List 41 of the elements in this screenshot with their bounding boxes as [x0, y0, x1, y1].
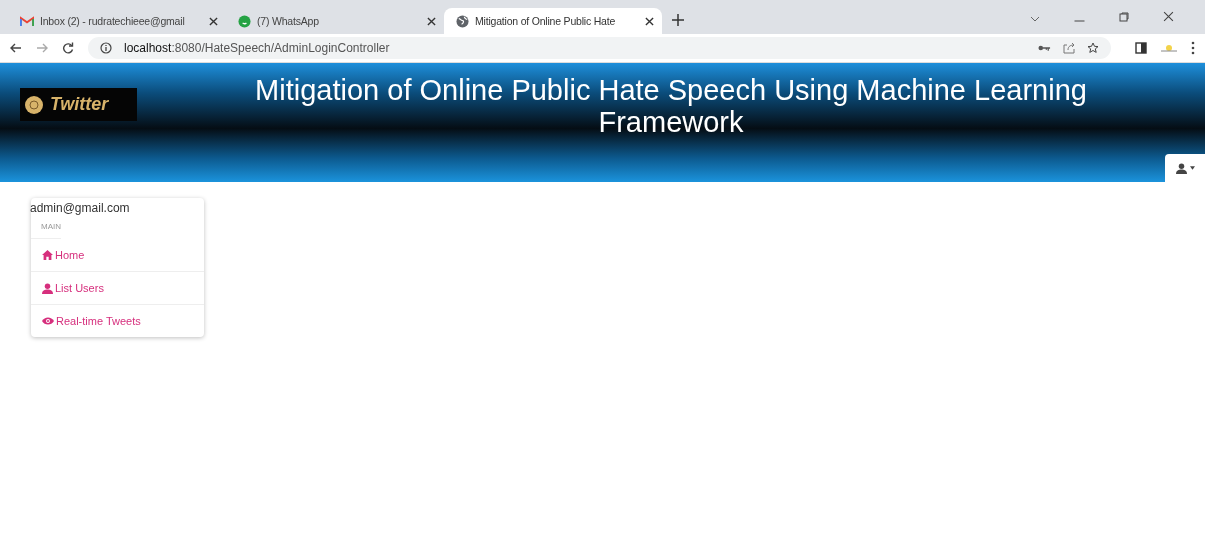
new-tab-icon[interactable] [672, 14, 684, 26]
side-panel-icon[interactable] [1135, 42, 1147, 54]
caret-icon [1189, 166, 1195, 170]
tab-title: Inbox (2) - rudratechieee@gmail [40, 15, 186, 27]
address-field[interactable]: localhost:8080/HateSpeech/AdminLoginController [88, 37, 1111, 59]
close-icon[interactable] [209, 16, 218, 26]
key-icon[interactable] [1038, 44, 1051, 52]
url-text: localhost:8080/HateSpeech/AdminLoginController [124, 41, 390, 55]
user-icon [1175, 162, 1187, 174]
close-icon[interactable] [645, 16, 654, 26]
restore-icon[interactable] [1119, 12, 1129, 22]
section-label: MAIN [31, 218, 61, 239]
chat-icon [238, 14, 251, 28]
user-menu-button[interactable] [1165, 154, 1205, 182]
more-icon[interactable] [1191, 41, 1195, 55]
nav-link[interactable]: Real-time Tweets [31, 304, 204, 337]
back-icon[interactable] [10, 42, 22, 54]
user-icon [42, 282, 53, 294]
close-icon[interactable] [427, 16, 436, 26]
mail-icon [20, 15, 34, 27]
logo[interactable]: Twitter [20, 88, 137, 121]
home-icon [42, 250, 53, 260]
nav-link[interactable]: Home [31, 239, 204, 271]
info-icon [100, 42, 112, 54]
tab-title: (7) WhatsApp [257, 15, 320, 27]
reload-icon[interactable] [62, 42, 74, 54]
browser-tab[interactable]: (7) WhatsApp [226, 8, 444, 34]
close-icon[interactable] [1163, 11, 1174, 22]
browser-tab[interactable]: Inbox (2) - rudratechieee@gmail [8, 8, 226, 34]
tab-title: Mitigation of Online Public Hate [475, 15, 617, 27]
chevron-icon[interactable] [1030, 16, 1040, 22]
coin-icon [24, 94, 44, 115]
eye-icon [42, 317, 54, 325]
page-title: Mitigation of Online Public Hate Speech Using Machine Learning Framework [254, 75, 1088, 140]
browser-tab[interactable]: Mitigation of Online Public Hate [444, 8, 662, 34]
nav-link[interactable]: List Users [31, 271, 204, 304]
logo-text: Twitter [50, 94, 109, 115]
share-icon[interactable] [1063, 42, 1075, 54]
user-email: admin@gmail.com [30, 200, 131, 215]
globe-icon [456, 14, 469, 28]
star-icon[interactable] [1087, 42, 1099, 54]
